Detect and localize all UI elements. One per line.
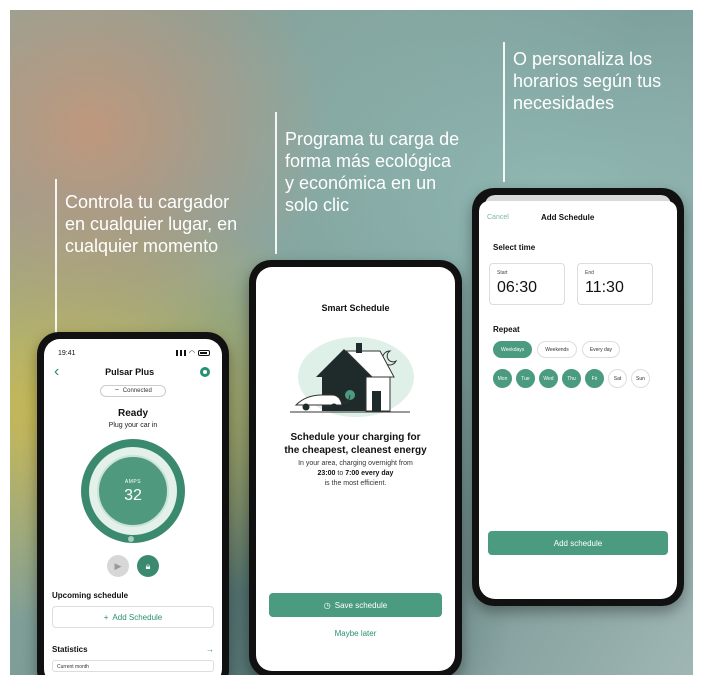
house-ev-illustration [290, 337, 414, 417]
caption-right: O personaliza los horarios según tus nec… [503, 42, 693, 182]
caption-right-line-2: horarios según tus [513, 71, 662, 91]
phone-charger-control: 19:41 ◠ ‹ Pulsar Plus ⌔ Connected Ready … [37, 332, 229, 675]
upcoming-schedule-label: Upcoming schedule [52, 591, 129, 600]
arrow-right-icon[interactable]: → [206, 645, 214, 654]
charger-title: Pulsar Plus [105, 367, 155, 377]
day-selector: Mon Tue Wed Thu Fri Sat Sun [493, 369, 650, 388]
play-icon: ▶ [114, 560, 122, 571]
caption-left-line-3: cualquier momento [65, 236, 219, 256]
phone-smart-schedule: Smart Schedule Schedule your charging fo… [249, 260, 462, 675]
smart-schedule-title: Smart Schedule [321, 303, 390, 313]
amps-value: 32 [124, 487, 142, 504]
signal-icon [175, 350, 186, 356]
caption-left-line-2: en cualquier lugar, en [65, 214, 238, 234]
add-schedule-submit-button[interactable]: Add schedule [488, 531, 668, 555]
plus-icon: + [103, 612, 109, 622]
play-button[interactable]: ▶ [107, 555, 129, 577]
status-time: 19:41 [58, 349, 76, 357]
start-time-field[interactable]: Start 06:30 [489, 263, 565, 305]
lock-icon: 🔒︎ [145, 560, 151, 571]
charger-screen: 19:41 ◠ ‹ Pulsar Plus ⌔ Connected Ready … [44, 339, 222, 675]
connection-badge: ⌔ Connected [100, 385, 166, 397]
repeat-presets: Weekdays Weekends Every day [493, 341, 621, 358]
charger-nav: ‹ Pulsar Plus [44, 357, 222, 380]
promo-background: Controla tu cargador en cualquier lugar,… [10, 10, 693, 675]
lock-button[interactable]: 🔒︎ [137, 555, 159, 577]
add-schedule-title: Add Schedule [541, 213, 595, 222]
caption-middle-line-1: Programa tu carga de [285, 129, 460, 149]
day-sat[interactable]: Sat [608, 369, 627, 388]
battery-icon [198, 350, 210, 356]
caption-middle-line-2: forma más ecológica [285, 151, 452, 171]
add-schedule-button[interactable]: + Add Schedule [52, 606, 214, 628]
select-time-label: Select time [493, 243, 536, 252]
start-time-value: 06:30 [497, 279, 538, 296]
maybe-later-link[interactable]: Maybe later [256, 629, 455, 638]
add-schedule-nav: Cancel Add Schedule [479, 201, 677, 222]
dial-knob[interactable] [128, 536, 134, 542]
caption-right-line-3: necesidades [513, 93, 615, 113]
preset-weekdays[interactable]: Weekdays [493, 341, 533, 358]
gear-icon[interactable] [199, 367, 210, 377]
charger-status: Ready [117, 408, 148, 419]
day-sun[interactable]: Sun [631, 369, 650, 388]
current-month-field[interactable]: Current month [52, 660, 214, 672]
day-fri[interactable]: Fri [585, 369, 604, 388]
end-time-value: 11:30 [585, 279, 624, 296]
preset-weekends[interactable]: Weekends [537, 341, 577, 358]
schedule-icon: ◷ [323, 600, 331, 610]
day-wed[interactable]: Wed [539, 369, 558, 388]
cancel-button[interactable]: Cancel [487, 214, 541, 221]
statistics-row[interactable]: Statistics → [44, 645, 222, 654]
statistics-label: Statistics [52, 645, 88, 654]
connection-label: Connected [122, 388, 152, 394]
caption-right-line-1: O personaliza los [513, 49, 653, 69]
save-schedule-label: Save schedule [334, 600, 388, 610]
caption-middle-line-4: solo clic [285, 195, 350, 215]
day-thu[interactable]: Thu [562, 369, 581, 388]
end-time-field[interactable]: End 11:30 [577, 263, 653, 305]
smart-schedule-screen: Smart Schedule Schedule your charging fo… [256, 267, 455, 671]
day-tue[interactable]: Tue [516, 369, 535, 388]
status-bar: 19:41 ◠ [44, 339, 222, 357]
back-chevron-icon[interactable]: ‹ [54, 364, 59, 380]
caption-middle: Programa tu carga de forma más ecológica… [275, 112, 495, 254]
wifi-icon: ◠ [188, 350, 195, 357]
add-schedule-sheet: Cancel Add Schedule Select time Start 06… [479, 201, 677, 599]
repeat-label: Repeat [493, 325, 520, 334]
amps-label: AMPS [124, 479, 142, 485]
phone-add-schedule: Cancel Add Schedule Select time Start 06… [472, 188, 684, 606]
save-schedule-button[interactable]: ◷ Save schedule [269, 593, 442, 617]
day-mon[interactable]: Mon [493, 369, 512, 388]
charger-substatus: Plug your car in [108, 422, 158, 429]
wifi-icon: ⌔ [114, 389, 120, 395]
add-schedule-screen: Cancel Add Schedule Select time Start 06… [479, 195, 677, 599]
add-schedule-label: Add Schedule [112, 612, 163, 622]
caption-middle-line-3: y económica en un [285, 173, 437, 193]
amps-dial[interactable]: AMPS 32 [81, 439, 185, 543]
smart-schedule-description: In your area, charging overnight from 23… [298, 460, 413, 487]
caption-left-line-1: Controla tu cargador [65, 192, 230, 212]
smart-schedule-heading: Schedule your charging for the cheapest,… [284, 432, 427, 456]
preset-every-day[interactable]: Every day [581, 341, 621, 358]
caption-left: Controla tu cargador en cualquier lugar,… [55, 179, 275, 334]
